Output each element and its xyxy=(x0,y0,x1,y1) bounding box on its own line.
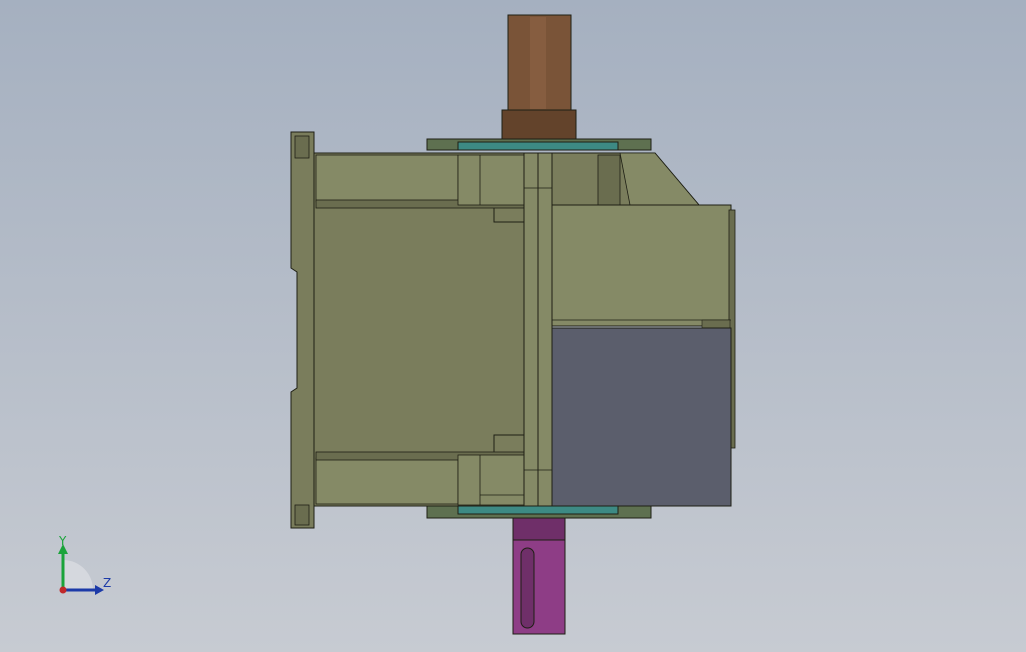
gear-housing-left[interactable] xyxy=(313,152,527,507)
center-shaft-column[interactable] xyxy=(523,152,553,507)
bottom-bearing-ring xyxy=(457,505,619,515)
output-shaft-shoulder xyxy=(501,109,577,141)
upper-gear-pocket xyxy=(457,154,527,206)
triad-origin xyxy=(59,586,67,594)
left-flange-lip-top xyxy=(294,135,310,159)
motor-adapter xyxy=(551,204,732,327)
orientation-triad: Y Z xyxy=(58,534,111,595)
bottom-flange-plate[interactable] xyxy=(426,505,652,519)
gearbox-model-view[interactable]: Y Z xyxy=(0,0,1026,652)
input-shaft[interactable] xyxy=(512,517,566,635)
lower-gear-pocket xyxy=(457,454,527,506)
cad-viewport[interactable]: Y Z xyxy=(0,0,1026,652)
top-flange-plate[interactable] xyxy=(426,138,652,151)
input-shaft-keyway xyxy=(520,547,535,629)
left-mounting-flange[interactable] xyxy=(290,131,315,529)
motor-block[interactable] xyxy=(551,327,732,507)
z-axis-label: Z xyxy=(103,576,111,590)
output-shaft-highlight xyxy=(530,17,546,109)
chamfer-face xyxy=(619,152,700,206)
triad-arc xyxy=(63,560,93,590)
input-shaft-collar xyxy=(512,517,566,541)
upper-rib xyxy=(315,154,459,203)
top-bearing-ring xyxy=(457,141,619,151)
output-shaft[interactable] xyxy=(501,14,577,141)
y-axis-label: Y xyxy=(58,534,67,548)
left-flange-lip-bottom xyxy=(294,504,310,526)
upper-right-pocket xyxy=(597,154,621,206)
lower-rib xyxy=(315,457,459,505)
